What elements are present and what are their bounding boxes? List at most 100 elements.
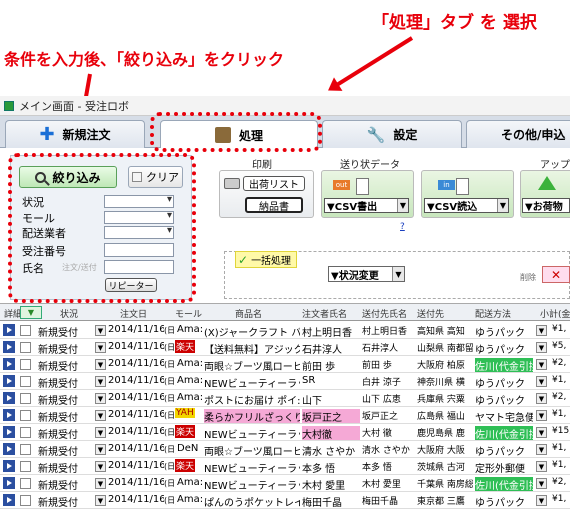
row-status: 新規受付 <box>38 345 78 356</box>
row-product: ぱんのうポケットレイン: <box>204 498 300 509</box>
chevron-down-icon[interactable]: ▼ <box>95 342 106 353</box>
row-detail-button[interactable] <box>3 324 15 336</box>
row-detail-button[interactable] <box>3 494 15 506</box>
table-row[interactable]: 新規受付▼2014/11/16(日)Ama:NEWビューティーラッシ:木村 愛里… <box>0 475 570 492</box>
row-weekday: (日) <box>164 394 176 403</box>
row-checkbox[interactable] <box>20 444 31 455</box>
magnifier-icon <box>35 171 47 183</box>
row-checkbox[interactable] <box>20 376 31 387</box>
row-product: NEWビューティーラッシ: <box>204 379 300 390</box>
row-checkbox[interactable] <box>20 342 31 353</box>
tab-other[interactable]: その他/申込 <box>466 120 570 148</box>
package-button[interactable]: ▼お荷物 <box>522 198 570 213</box>
table-row[interactable]: 新規受付▼2014/11/16(日)Ama:両眼☆ブーツ風ローヒ:前田 歩前田 … <box>0 356 570 373</box>
chevron-down-icon[interactable]: ▼ <box>536 427 547 438</box>
chevron-down-icon[interactable]: ▼ <box>95 427 106 438</box>
row-shipping-method: ゆうパック <box>475 345 525 356</box>
chevron-down-icon[interactable]: ▼ <box>536 376 547 387</box>
row-checkbox[interactable] <box>20 325 31 336</box>
row-checkbox[interactable] <box>20 427 31 438</box>
order-number-input[interactable] <box>104 243 174 257</box>
table-row[interactable]: 新規受付▼2014/11/16(日)Ama:ポストにお届け ポイ:山下山下 広恵… <box>0 390 570 407</box>
row-checkbox[interactable] <box>20 461 31 472</box>
chevron-down-icon[interactable]: ▼ <box>95 325 106 336</box>
row-subtotal: ¥1, <box>552 443 567 453</box>
mall-select[interactable] <box>104 210 174 224</box>
row-address: 鹿児島県 鹿 <box>417 429 465 439</box>
chevron-down-icon[interactable]: ▼ <box>536 342 547 353</box>
table-row[interactable]: 新規受付▼2014/11/16(日)YAH柔らかフリルざっくり編:坂戸正之坂戸正… <box>0 407 570 424</box>
name-input[interactable] <box>104 260 174 274</box>
row-detail-button[interactable] <box>3 358 15 370</box>
delete-button[interactable]: ✕ <box>542 266 570 283</box>
carrier-select[interactable] <box>104 225 174 239</box>
clear-button[interactable]: クリア <box>128 166 183 188</box>
chevron-down-icon[interactable]: ▼ <box>95 478 106 489</box>
row-orderer: 前田 歩 <box>302 362 336 373</box>
filter-button[interactable]: 絞り込み <box>19 166 117 188</box>
row-detail-button[interactable] <box>3 477 15 489</box>
window-title-bar: メイン画面 - 受注ロボ <box>0 96 570 116</box>
repeater-button[interactable]: リピーター <box>105 278 157 292</box>
chevron-down-icon[interactable]: ▼ <box>536 444 547 455</box>
table-row[interactable]: 新規受付▼2014/11/16(日)楽天NEWビューティーラッシ:大村徹大村 徹… <box>0 424 570 441</box>
chevron-down-icon[interactable]: ▼ <box>536 325 547 336</box>
table-row[interactable]: 新規受付▼2014/11/16(日)楽天【送料無料】アジックス:石井淳人石井淳人… <box>0 339 570 356</box>
filter-instruction-annotation: 条件を入力後、「絞り込み」をクリック <box>4 50 285 69</box>
table-row[interactable]: 新規受付▼2014/11/16(日)DeN両眼☆ブーツ風ローヒ:清水 さやか清水… <box>0 441 570 458</box>
row-date: 2014/11/16 <box>108 324 164 335</box>
table-row[interactable]: 新規受付▼2014/11/16(日)楽天NEWビューティーラッシ:本多 悟本多 … <box>0 458 570 475</box>
chevron-down-icon[interactable]: ▼ <box>95 444 106 455</box>
table-row[interactable]: 新規受付▼2014/11/16(日)Ama:ぱんのうポケットレイン:梅田千晶梅田… <box>0 492 570 509</box>
row-shipping-method: ゆうパック <box>475 396 525 407</box>
wrench-icon: 🔧 <box>366 125 386 144</box>
chevron-down-icon[interactable]: ▼ <box>95 410 106 421</box>
csv-import-button[interactable]: ▼CSV読込 ▼ <box>424 198 509 213</box>
row-checkbox[interactable] <box>20 410 31 421</box>
chevron-down-icon[interactable]: ▼ <box>536 393 547 404</box>
table-row[interactable]: 新規受付▼2014/11/16(日)Ama:(X)ジャークラフト バス:村上明日… <box>0 322 570 339</box>
row-detail-button[interactable] <box>3 426 15 438</box>
row-detail-button[interactable] <box>3 341 15 353</box>
status-change-select[interactable]: ▼状況変更 ▼ <box>328 266 405 282</box>
chevron-down-icon[interactable]: ▼ <box>536 461 547 472</box>
row-address: 大阪府 柏原 <box>417 361 465 371</box>
chevron-down-icon[interactable]: ▼ <box>95 393 106 404</box>
chevron-down-icon[interactable]: ▼ <box>95 359 106 370</box>
chevron-down-icon[interactable]: ▼ <box>95 376 106 387</box>
bulk-processing-label: ✓ 一括処理 <box>235 251 297 268</box>
clear-button-label: クリア <box>146 171 179 184</box>
grid-header: 詳細 ▼ 状況 注文日 モール 商品名 注文者氏名 送付先氏名 送付先 配送方法… <box>0 304 570 321</box>
select-all-checkbox[interactable]: ▼ <box>20 306 42 319</box>
status-select[interactable] <box>104 194 174 208</box>
chevron-down-icon[interactable]: ▼ <box>536 495 547 506</box>
row-checkbox[interactable] <box>20 495 31 506</box>
tab-processing[interactable]: 処理 <box>160 120 318 149</box>
box-icon <box>214 127 231 143</box>
row-status: 新規受付 <box>38 447 78 458</box>
chevron-down-icon[interactable]: ▼ <box>95 495 106 506</box>
tab-settings[interactable]: 🔧 設定 <box>322 120 462 148</box>
row-checkbox[interactable] <box>20 359 31 370</box>
row-shipping-method: ゆうパック <box>475 447 525 458</box>
row-detail-button[interactable] <box>3 409 15 421</box>
tab-new-order[interactable]: ✚ 新規注文 <box>5 120 145 148</box>
chevron-down-icon[interactable]: ▼ <box>536 478 547 489</box>
row-detail-button[interactable] <box>3 443 15 455</box>
row-recipient: 村上明日香 <box>362 327 408 337</box>
chevron-down-icon[interactable]: ▼ <box>95 461 106 472</box>
row-checkbox[interactable] <box>20 478 31 489</box>
invoice-button[interactable]: 納品書 <box>245 197 303 213</box>
csv-export-button[interactable]: ▼CSV書出 ▼ <box>324 198 409 213</box>
row-checkbox[interactable] <box>20 393 31 404</box>
row-detail-button[interactable] <box>3 392 15 404</box>
shipping-list-button[interactable]: 出荷リスト <box>243 176 305 191</box>
row-shipping-method: ゆうパック <box>475 328 525 339</box>
chevron-down-icon[interactable]: ▼ <box>536 359 547 370</box>
table-row[interactable]: 新規受付▼2014/11/16(日)Ama:NEWビューティーラッシ:SR白井 … <box>0 373 570 390</box>
help-link[interactable]: ? <box>400 222 405 232</box>
csv-file-icon <box>456 178 469 195</box>
row-detail-button[interactable] <box>3 460 15 472</box>
chevron-down-icon[interactable]: ▼ <box>536 410 547 421</box>
row-detail-button[interactable] <box>3 375 15 387</box>
